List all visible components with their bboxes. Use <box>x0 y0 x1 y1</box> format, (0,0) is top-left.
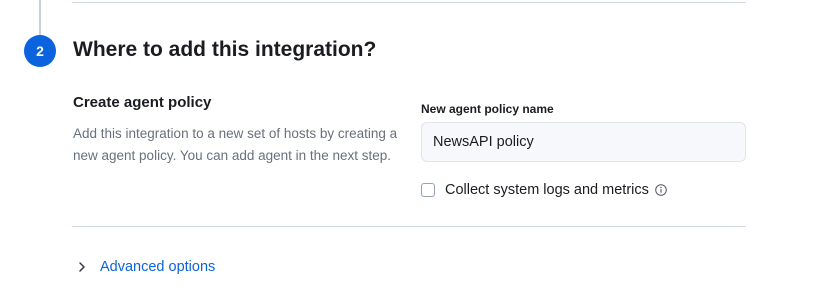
step-number-badge: 2 <box>24 35 56 67</box>
collect-system-row[interactable]: Collect system logs and metrics <box>421 180 667 200</box>
integration-step-panel: 2 Where to add this integration? Create … <box>0 0 838 294</box>
policy-name-label: New agent policy name <box>421 102 554 116</box>
policy-section-title: Create agent policy <box>73 94 212 111</box>
top-divider <box>72 2 746 3</box>
policy-section-description: Add this integration to a new set of hos… <box>73 126 398 163</box>
policy-name-input[interactable] <box>421 122 746 162</box>
chevron-right-icon[interactable] <box>77 261 87 273</box>
bottom-divider <box>72 226 746 227</box>
collect-system-checkbox[interactable] <box>421 183 435 197</box>
collect-system-label[interactable]: Collect system logs and metrics <box>445 180 649 200</box>
step-title: Where to add this integration? <box>73 38 377 61</box>
info-icon[interactable] <box>655 184 667 196</box>
step-connector-line <box>39 0 41 36</box>
advanced-options-toggle[interactable]: Advanced options <box>77 257 215 277</box>
advanced-options-label[interactable]: Advanced options <box>100 257 215 277</box>
